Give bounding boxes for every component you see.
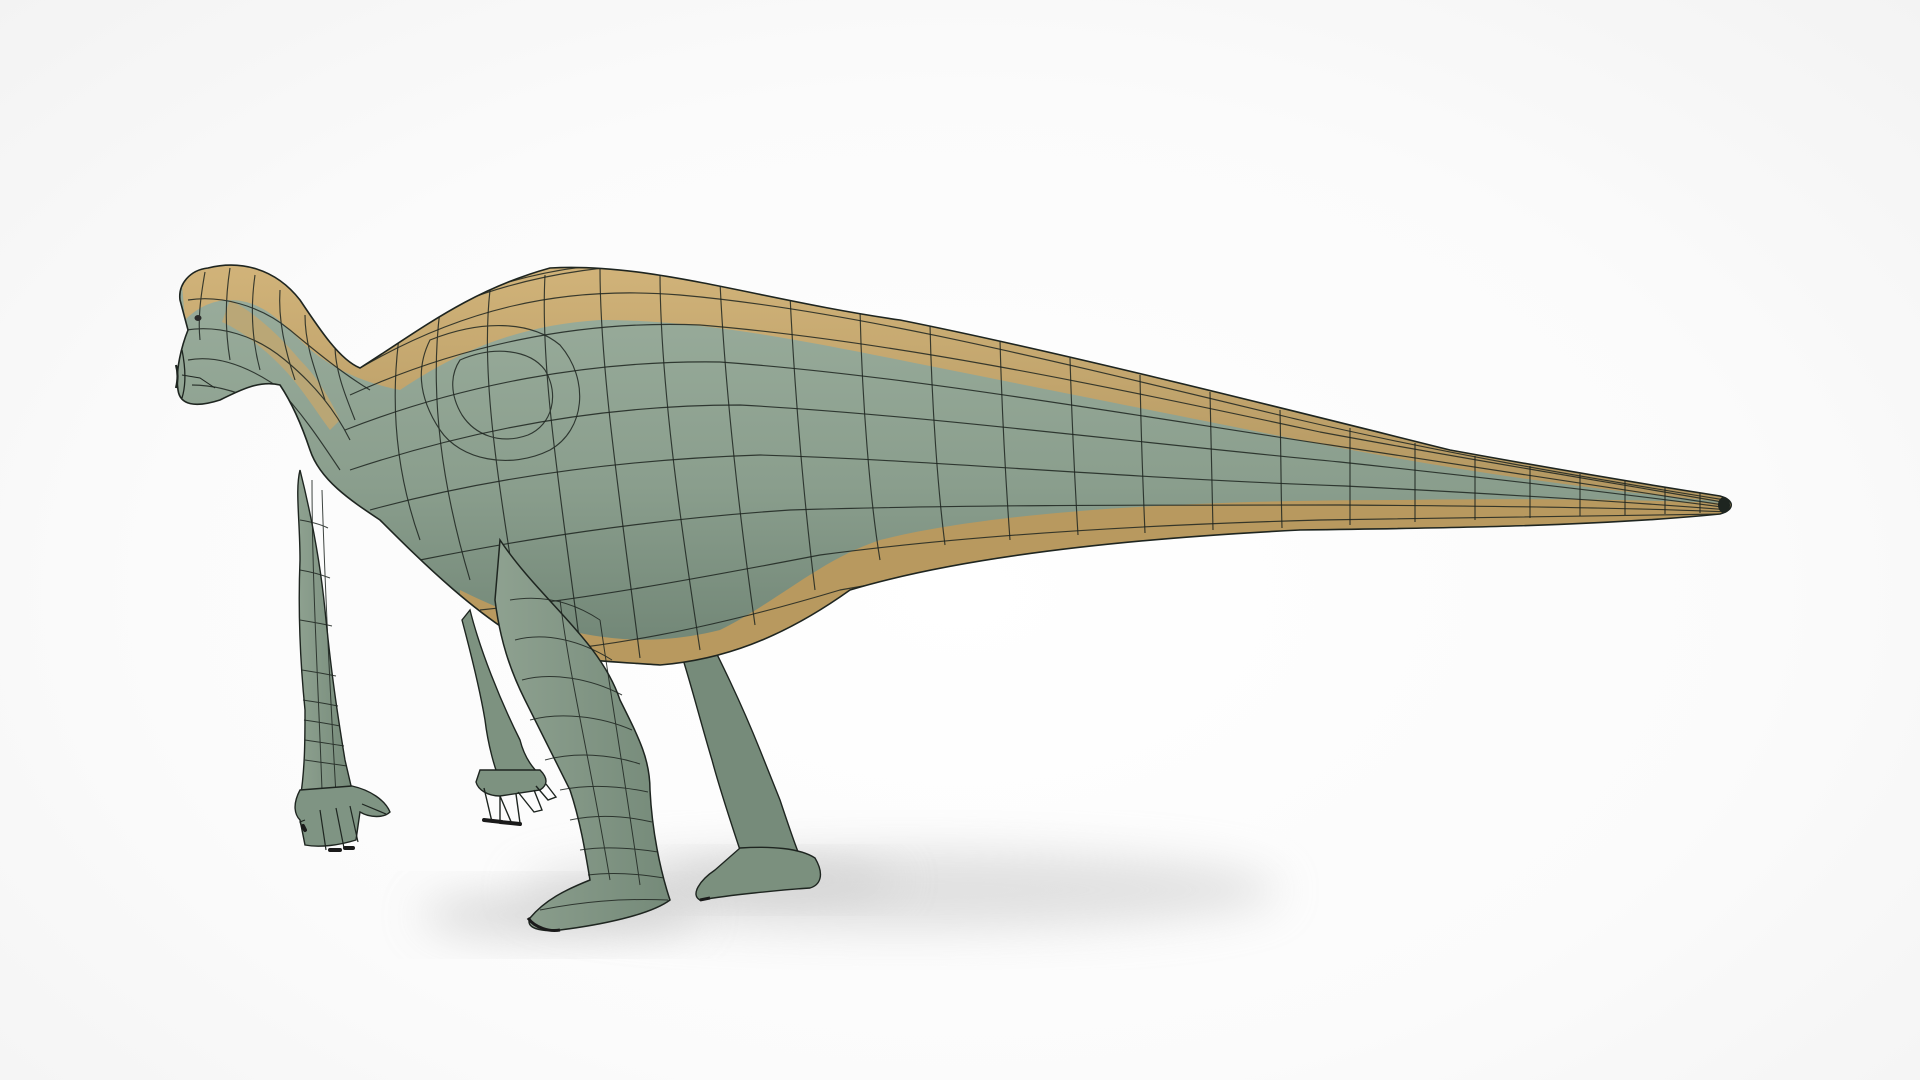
tail-tip <box>1718 497 1730 513</box>
near-arm <box>294 469 391 852</box>
dinosaur-render <box>174 264 1733 937</box>
dinosaur-body <box>176 264 1733 666</box>
render-viewport <box>0 0 1920 1080</box>
